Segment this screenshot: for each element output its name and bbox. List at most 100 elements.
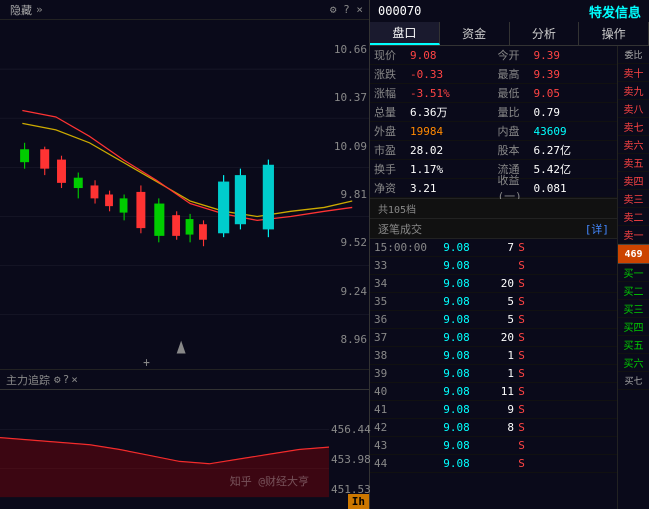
info-row-1b: 今开 9.39 [494,46,618,65]
label-换手: 换手 [374,161,410,177]
info-row-7a: 换手 1.17% [370,160,494,179]
order-sell-8: 卖八 [618,100,649,118]
transaction-title: 逐笔成交 [378,221,422,237]
hide-label[interactable]: 隐藏 [10,2,32,18]
order-buy-5: 买五 [618,336,649,354]
tab-操作[interactable]: 操作 [579,22,649,45]
info-row-1a: 现价 9.08 [370,46,494,65]
chevron-icon: » [36,3,43,16]
right-inner: 现价 9.08 今开 9.39 涨跌 -0.33 最高 9.39 [370,46,649,509]
price-label-4: 9.81 [331,188,369,201]
svg-text:+: + [143,355,150,369]
info-row-6b: 股本 6.27亿 [494,141,618,160]
right-panel: 000070 特发信息 盘口 资金 分析 操作 [370,0,649,509]
tab-分析[interactable]: 分析 [510,22,580,45]
value-最高: 9.39 [534,68,614,81]
trans-row-4: 36 9.08 5 S [370,311,617,329]
value-股本: 6.27亿 [534,142,614,158]
trans-row-10: 42 9.08 8 S [370,419,617,437]
corner-badge: Ih [348,494,369,509]
order-buy-2: 买二 [618,282,649,300]
value-总量: 6.36万 [410,104,490,120]
value-外盘: 19984 [410,125,490,138]
label-总量: 总量 [374,104,410,120]
info-row-3a: 涨幅 -3.51% [370,84,494,103]
value-涨跌: -0.33 [410,68,490,81]
trans-row-3: 35 9.08 5 S [370,293,617,311]
value-净资: 3.21 [410,182,490,195]
info-row-8a: 净资 3.21 [370,179,494,198]
info-row-4a: 总量 6.36万 [370,103,494,122]
value-收益: 0.081 [534,182,614,195]
trans-row-0: 15:00:00 9.08 7 S [370,239,617,257]
info-row-3b: 最低 9.05 [494,84,618,103]
price-label-6: 9.24 [331,285,369,298]
chart-top-bar: 隐藏 » ⚙ ? × [0,0,369,20]
label-最高: 最高 [498,66,534,82]
info-row-5a: 外盘 19984 [370,122,494,141]
value-最低: 9.05 [534,87,614,100]
price-label-5: 9.52 [331,236,369,249]
tracker-question: ? [63,373,70,386]
trans-row-9: 41 9.08 9 S [370,401,617,419]
bottom-price-1: 456.44 [331,423,369,436]
tracker-label: 主力追踪 [6,372,50,388]
trans-row-12: 44 9.08 S [370,455,617,473]
transaction-list: 15:00:00 9.08 7 S 33 9.08 S 34 9.08 [370,239,617,509]
order-sell-2: 卖二 [618,208,649,226]
label-涨跌: 涨跌 [374,66,410,82]
info-row-5b: 内盘 43609 [494,122,618,141]
bottom-price-2: 453.98 [331,453,369,466]
value-市盈: 28.02 [410,144,490,157]
label-净资: 净资 [374,180,410,196]
info-grid: 现价 9.08 今开 9.39 涨跌 -0.33 最高 9.39 [370,46,617,199]
label-涨幅: 涨幅 [374,85,410,101]
value-涨幅: -3.51% [410,87,490,100]
tracker-close[interactable]: × [71,373,78,386]
price-label-1: 10.66 [331,43,369,56]
bottom-chart-svg [0,390,329,509]
price-label-3: 10.09 [331,140,369,153]
label-现价: 现价 [374,47,410,63]
stock-name: 特发信息 [589,2,641,21]
order-badge: 469 [618,244,649,264]
value-现价: 9.08 [410,49,490,62]
watermark: 知乎 @财经大亨 [230,473,309,489]
tracker-gear: ⚙ [54,373,61,386]
settings-icons: ⚙ ? × [330,3,363,16]
value-内盘: 43609 [534,125,614,138]
transaction-header: 逐笔成交 [详] [370,219,617,239]
label-外盘: 外盘 [374,123,410,139]
info-row-8b: 收益(一) 0.081 [494,179,618,198]
order-sell-6: 卖六 [618,136,649,154]
price-labels: 10.66 10.37 10.09 9.81 9.52 9.24 8.96 [331,20,369,369]
tab-资金[interactable]: 资金 [440,22,510,45]
trans-row-11: 43 9.08 S [370,437,617,455]
tab-盘口[interactable]: 盘口 [370,22,440,45]
order-buy-7: 买七 [618,372,649,390]
trans-row-1: 33 9.08 S [370,257,617,275]
total-档-label: 共105档 [378,205,416,216]
main-chart-area: 10.66 10.37 10.09 9.81 9.52 9.24 8.96 [0,20,369,369]
order-sell-5: 卖五 [618,154,649,172]
value-换手: 1.17% [410,163,490,176]
trans-row-7: 39 9.08 1 S [370,365,617,383]
candlestick-chart: + [0,20,369,369]
main-container: 隐藏 » ⚙ ? × 10.66 10.37 10.09 9.81 9.52 9… [0,0,649,509]
info-row-6a: 市盈 28.02 [370,141,494,160]
order-buy-3: 买三 [618,300,649,318]
price-label-2: 10.37 [331,91,369,104]
label-最低: 最低 [498,85,534,101]
tabs-row: 盘口 资金 分析 操作 [370,22,649,46]
value-流通: 5.42亿 [534,161,614,177]
info-row-2a: 涨跌 -0.33 [370,65,494,84]
label-今开: 今开 [498,47,534,63]
order-label-委比: 委比 [618,46,649,64]
label-股本: 股本 [498,142,534,158]
order-sell-10: 卖十 [618,64,649,82]
order-sell-7: 卖七 [618,118,649,136]
value-今开: 9.39 [534,49,614,62]
transaction-detail[interactable]: [详] [585,221,609,237]
label-内盘: 内盘 [498,123,534,139]
main-right-content: 现价 9.08 今开 9.39 涨跌 -0.33 最高 9.39 [370,46,617,509]
